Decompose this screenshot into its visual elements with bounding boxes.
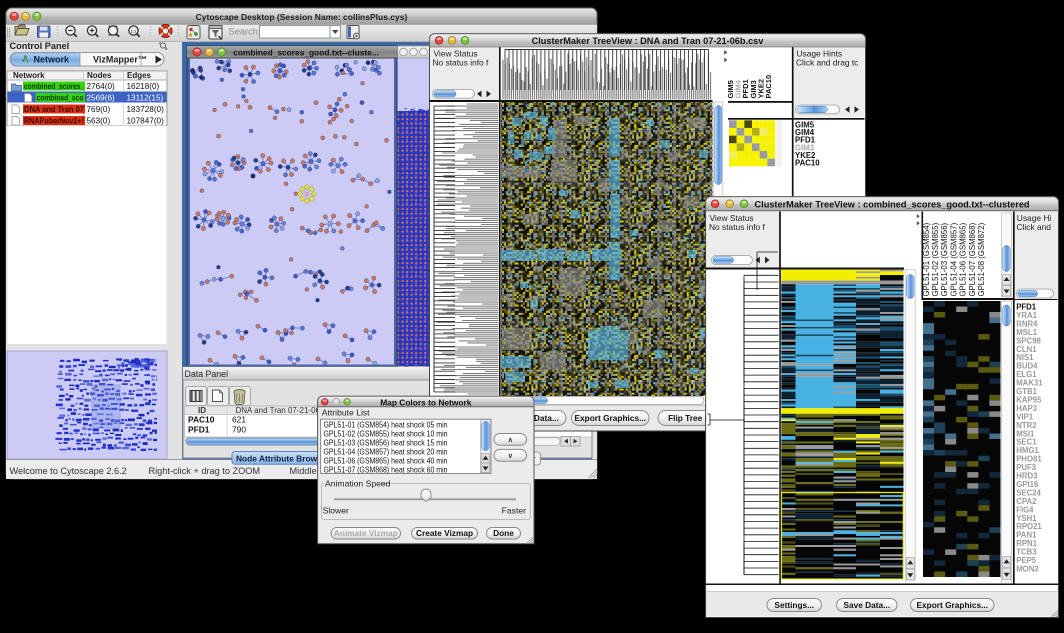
svg-text:DNA and Tran 07: DNA and Tran 07 [24,105,84,114]
svg-text:Export Graphics...: Export Graphics... [575,413,646,423]
svg-text:107847(0): 107847(0) [127,117,165,126]
svg-text:Slower: Slower [323,506,349,516]
svg-text:Animate Vizmap: Animate Vizmap [334,528,398,538]
svg-text:GPL51-08 (GSM872): GPL51-08 (GSM872) [977,222,986,296]
svg-text:GPL51-02 (GSM855): GPL51-02 (GSM855) [931,222,940,296]
svg-text:Right-click + drag to ZOOM: Right-click + drag to ZOOM [149,466,261,476]
svg-text:GPL51-07 (GSM868) heat shock 6: GPL51-07 (GSM868) heat shock 60 min [324,466,448,475]
svg-text:GPL51-01 (GSM854) heat shock 0: GPL51-01 (GSM854) heat shock 05 min [324,420,448,429]
svg-text:Search:: Search: [229,27,261,37]
svg-text:16218(0): 16218(0) [127,82,160,91]
svg-text:Attribute List: Attribute List [322,408,370,418]
svg-text:Cytoscape Desktop (Session Nam: Cytoscape Desktop (Session Name: collins… [196,12,408,22]
svg-text:Data Panel: Data Panel [185,369,229,379]
svg-text:Done: Done [493,528,514,538]
svg-text:PAC10: PAC10 [764,75,773,99]
svg-text:Welcome to Cytoscape 2.6.2: Welcome to Cytoscape 2.6.2 [10,466,127,476]
svg-text:13112(15): 13112(15) [127,94,164,103]
svg-text:Create Vizmap: Create Vizmap [416,528,473,538]
svg-text:GPL51-07 (GSM868): GPL51-07 (GSM868) [968,222,977,296]
svg-text:PAC10: PAC10 [188,414,215,424]
svg-text:Export Graphics...: Export Graphics... [917,600,988,610]
svg-text:Animation Speed: Animation Speed [325,478,391,488]
svg-text:PFD1: PFD1 [188,424,210,434]
svg-text:1:1: 1:1 [131,30,136,34]
svg-text:ClusterMaker TreeView : DNA an: ClusterMaker TreeView : DNA and Tran 07-… [532,36,765,46]
svg-text:GPL51-06 (GSM865) heat shock 4: GPL51-06 (GSM865) heat shock 40 min [324,457,448,466]
svg-text:Settings...: Settings... [774,600,814,610]
svg-text:∧: ∧ [508,437,513,444]
svg-text:GPL51-04 (GSM857) heat shock 2: GPL51-04 (GSM857) heat shock 20 min [324,447,448,456]
svg-text:GPL51-03 (GSM856): GPL51-03 (GSM856) [940,222,949,296]
svg-text:Network: Network [34,55,71,65]
svg-text:PAC10: PAC10 [795,159,820,168]
svg-text:790: 790 [232,424,246,434]
svg-text:VizMapper™: VizMapper™ [93,55,147,65]
svg-text:GPL51-02 (GSM855) heat shock 1: GPL51-02 (GSM855) heat shock 10 min [324,429,448,438]
svg-text:Nodes: Nodes [87,71,112,80]
svg-text:GPL51-03 (GSM856) heat shock 1: GPL51-03 (GSM856) heat shock 15 min [324,438,448,447]
svg-text:combined_scores_good.txt--clus: combined_scores_good.txt--cluste... [233,48,379,58]
svg-text:No status info f: No status info f [433,57,490,67]
svg-text:GPL51-04 (GSM857): GPL51-04 (GSM857) [949,222,958,296]
svg-text:combined_scores_: combined_scores_ [24,82,84,91]
svg-text:Click and: Click and [1017,222,1052,232]
svg-text:ClusterMaker TreeView : combin: ClusterMaker TreeView : combined_scores_… [755,200,1030,210]
svg-text:2569(6): 2569(6) [87,94,115,103]
svg-text:RNAPuberNov2+!: RNAPuberNov2+! [24,117,84,126]
svg-text:MON2: MON2 [1016,564,1039,573]
svg-text:No status info f: No status info f [709,222,766,232]
svg-text:183728(0): 183728(0) [127,105,165,114]
svg-text:Map Colors to Network: Map Colors to Network [380,397,472,407]
svg-text:621: 621 [232,414,246,424]
svg-text:Edges: Edges [127,71,152,80]
svg-text:GPL51-01 (GSM854): GPL51-01 (GSM854) [922,222,931,296]
svg-text:GPL51-06 (GSM865): GPL51-06 (GSM865) [959,222,968,296]
svg-text:combined_sco: combined_sco [37,94,84,103]
svg-text:2764(0): 2764(0) [87,82,115,91]
svg-text:769(0): 769(0) [87,105,111,114]
svg-text:563(0): 563(0) [87,117,111,126]
svg-text:Control Panel: Control Panel [10,41,70,51]
svg-text:Faster: Faster [502,506,526,516]
svg-text:Click and drag tc: Click and drag tc [796,57,858,67]
svg-text:Node Attribute Brows: Node Attribute Brows [236,453,322,463]
svg-text:∨: ∨ [508,453,513,460]
svg-text:Network: Network [13,71,45,80]
svg-text:Save Data...: Save Data... [843,600,890,610]
